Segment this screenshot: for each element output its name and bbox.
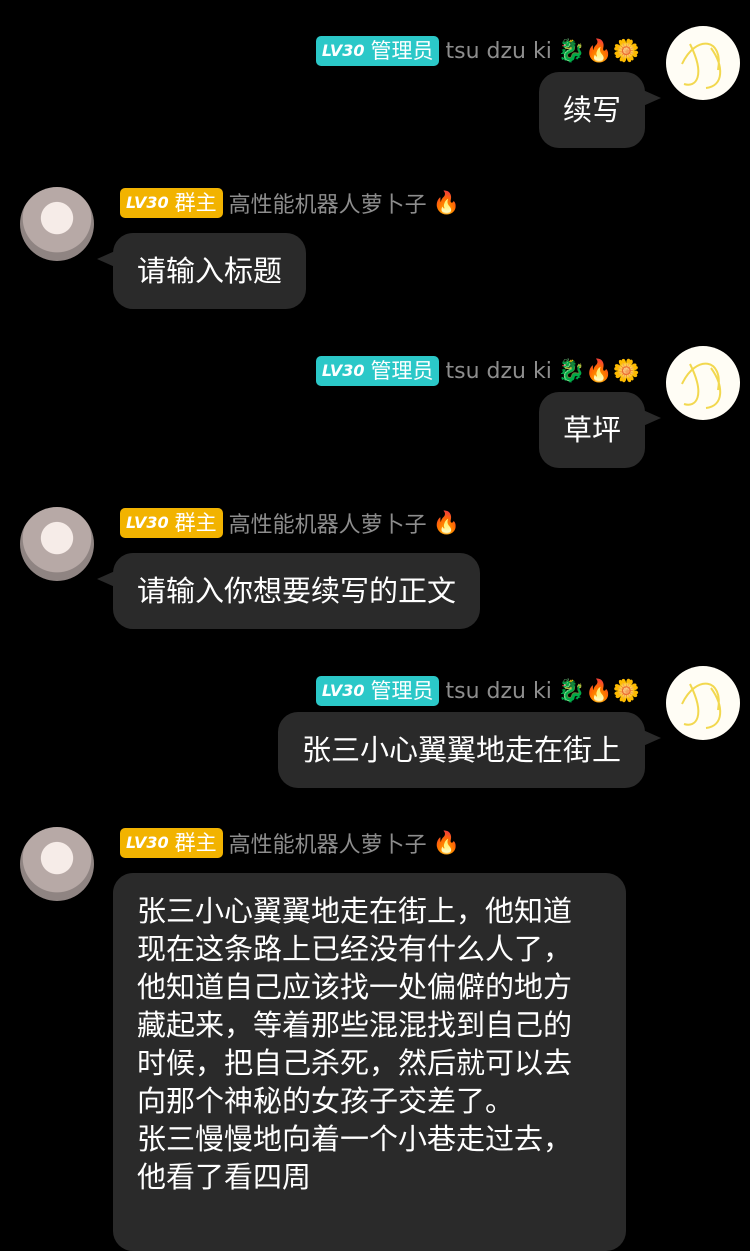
message-text: 草坪 [562, 413, 621, 447]
message-row: LV30 管理员 tsu dzu ki 🐉🔥🌼 续写 [0, 26, 750, 166]
message-row: LV30 管理员 tsu dzu ki 🐉🔥🌼 张三小心翼翼地走在街上 [0, 666, 750, 806]
message-bubble[interactable]: 续写 [538, 72, 661, 148]
sender-header: LV30 群主 高性能机器人萝卜子 🔥 [120, 507, 460, 539]
sender-header: LV30 管理员 tsu dzu ki 🐉🔥🌼 [315, 356, 640, 386]
message-line: 张三慢慢地向着一个小巷走过去， [137, 1122, 573, 1156]
avatar-doodle-icon [681, 42, 722, 89]
bubble-tail [643, 410, 661, 426]
avatar[interactable] [20, 507, 94, 581]
message-line: 他知道自己应该找一处偏僻的地方 [137, 970, 573, 1004]
message-row: LV30 管理员 tsu dzu ki 🐉🔥🌼 草坪 [0, 346, 750, 486]
sender-header: LV30 管理员 tsu dzu ki 🐉🔥🌼 [315, 36, 640, 66]
message-text: 张三小心翼翼地走在街上 [301, 733, 621, 767]
avatar-doodle-icon [681, 362, 722, 409]
message-row: LV30 群主 高性能机器人萝卜子 🔥 请输入标题 [0, 187, 750, 317]
message-bubble[interactable]: 张三小心翼翼地走在街上，他知道 现在这条路上已经没有什么人了， 他知道自己应该找… [113, 873, 626, 1251]
message-line: 藏起来，等着那些混混找到自己的 [137, 1008, 573, 1042]
message-line: 向那个神秘的女孩子交差了。 [137, 1084, 515, 1118]
emoji-decoration: 🔥 [432, 510, 461, 536]
message-text: 请输入你想要续写的正文 [137, 574, 457, 608]
message-bubble[interactable]: 请输入你想要续写的正文 [97, 553, 481, 629]
role-badge: LV30 群主 [120, 508, 223, 538]
role-badge: LV30 管理员 [315, 676, 440, 706]
role-badge: LV30 管理员 [315, 356, 440, 386]
sender-name[interactable]: 高性能机器人萝卜子 [229, 507, 427, 539]
sender-name[interactable]: tsu dzu ki [445, 679, 551, 704]
emoji-decoration: 🐉🔥🌼 [557, 678, 640, 704]
sender-header: LV30 管理员 tsu dzu ki 🐉🔥🌼 [315, 676, 640, 706]
emoji-decoration: 🔥 [432, 190, 461, 216]
role-badge: LV30 管理员 [315, 36, 440, 66]
message-bubble[interactable]: 张三小心翼翼地走在街上 [277, 712, 661, 788]
message-text: 续写 [562, 93, 621, 127]
avatar[interactable] [20, 827, 94, 901]
role-badge: LV30 群主 [120, 828, 223, 858]
emoji-decoration: 🔥 [432, 830, 461, 856]
avatar[interactable] [20, 187, 94, 261]
sender-header: LV30 群主 高性能机器人萝卜子 🔥 [120, 827, 460, 859]
avatar[interactable] [666, 346, 740, 420]
emoji-decoration: 🐉🔥🌼 [557, 38, 640, 64]
message-line: 张三小心翼翼地走在街上，他知道 [137, 894, 573, 928]
avatar-doodle-icon [681, 682, 722, 729]
role-badge: LV30 群主 [120, 188, 223, 218]
bubble-tail [97, 251, 115, 267]
bubble-tail [97, 571, 115, 587]
bubble-tail [643, 730, 661, 746]
bubble-tail [643, 90, 661, 106]
message-line: 时候，把自己杀死，然后就可以去 [137, 1046, 573, 1080]
avatar[interactable] [666, 666, 740, 740]
sender-name[interactable]: 高性能机器人萝卜子 [229, 827, 427, 859]
message-line: 他看了看四周 [137, 1160, 312, 1194]
message-row: LV30 群主 高性能机器人萝卜子 🔥 张三小心翼翼地走在街上，他知道 现在这条路… [0, 827, 750, 1251]
sender-name[interactable]: tsu dzu ki [445, 359, 551, 384]
sender-header: LV30 群主 高性能机器人萝卜子 🔥 [120, 187, 460, 219]
message-line: 现在这条路上已经没有什么人了， [137, 932, 573, 966]
message-bubble[interactable]: 请输入标题 [97, 233, 307, 309]
sender-name[interactable]: tsu dzu ki [445, 39, 551, 64]
message-text: 请输入标题 [137, 254, 283, 288]
sender-name[interactable]: 高性能机器人萝卜子 [229, 187, 427, 219]
emoji-decoration: 🐉🔥🌼 [557, 358, 640, 384]
avatar[interactable] [666, 26, 740, 100]
message-bubble[interactable]: 草坪 [538, 392, 661, 468]
message-row: LV30 群主 高性能机器人萝卜子 🔥 请输入你想要续写的正文 [0, 507, 750, 637]
